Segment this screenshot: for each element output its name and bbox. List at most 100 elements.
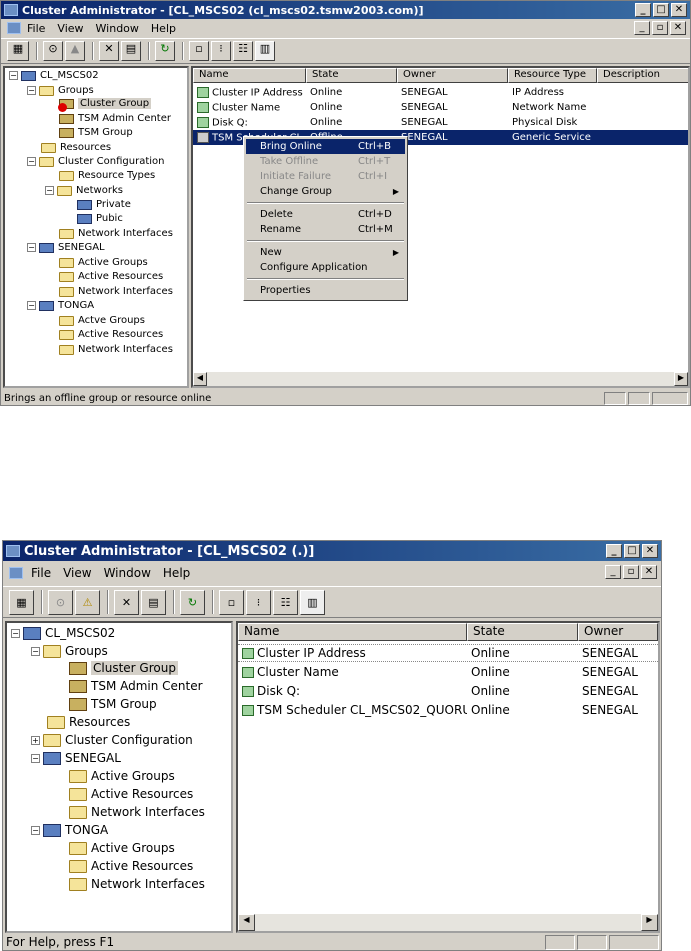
tree-tsm-admin[interactable]: TSM Admin Center xyxy=(69,679,203,693)
tree-resources[interactable]: Resources xyxy=(47,715,130,729)
menu-view[interactable]: View xyxy=(63,566,91,580)
tree-root[interactable]: − CL_MSCS02 xyxy=(11,626,115,640)
tree-tsm-group[interactable]: TSM Group xyxy=(59,127,133,138)
horizontal-scrollbar[interactable]: ◀ ▶ xyxy=(193,372,688,386)
tree-cluster-config[interactable]: − Cluster Configuration xyxy=(27,156,165,167)
properties-button[interactable]: ▤ xyxy=(121,41,141,61)
menu-file[interactable]: File xyxy=(27,22,45,35)
small-icons-button[interactable]: ⁝ xyxy=(246,589,271,615)
collapse-icon[interactable]: − xyxy=(27,86,36,95)
collapse-icon[interactable]: − xyxy=(27,301,36,310)
table-row[interactable]: Cluster Name Online SENEGAL xyxy=(238,663,658,681)
col-owner[interactable]: Owner xyxy=(578,623,658,641)
title-bar[interactable]: Cluster Administrator - [CL_MSCS02 (cl_m… xyxy=(1,1,690,19)
tree-cluster-config[interactable]: + Cluster Configuration xyxy=(31,733,193,747)
scroll-right-button[interactable]: ▶ xyxy=(674,372,688,386)
table-row[interactable]: Cluster IP Address Online SENEGAL IP Addres… xyxy=(193,85,688,100)
close-button[interactable]: ✕ xyxy=(642,544,658,558)
refresh-button[interactable]: ↻ xyxy=(155,41,175,61)
collapse-icon[interactable]: − xyxy=(31,753,40,763)
tree-tonga[interactable]: − TONGA xyxy=(27,300,94,311)
details-view-button[interactable]: ▥ xyxy=(255,41,275,61)
tree-senegal[interactable]: − SENEGAL xyxy=(31,751,121,765)
tree-networks[interactable]: − Networks xyxy=(45,185,123,196)
large-icons-button[interactable]: ▫ xyxy=(219,589,244,615)
menu-help[interactable]: Help xyxy=(163,566,190,580)
col-state[interactable]: State xyxy=(467,623,578,641)
tree-active-groups-2[interactable]: Actve Groups xyxy=(59,315,145,326)
tree-groups[interactable]: − Groups xyxy=(27,85,94,96)
collapse-icon[interactable]: − xyxy=(9,71,18,80)
tree-active-groups[interactable]: Active Groups xyxy=(69,769,175,783)
collapse-icon[interactable]: − xyxy=(31,825,40,835)
tree-private[interactable]: Private xyxy=(77,199,131,210)
menu-view[interactable]: View xyxy=(57,22,83,35)
table-row[interactable]: Disk Q: Online SENEGAL xyxy=(238,682,658,700)
mdi-minimize-button[interactable]: _ xyxy=(605,565,621,579)
delete-button[interactable]: ✕ xyxy=(114,589,139,615)
tree-net-ifaces[interactable]: Network Interfaces xyxy=(59,286,173,297)
col-description[interactable]: Description xyxy=(597,68,688,83)
tree-active-resources-2[interactable]: Active Resources xyxy=(59,329,163,340)
minimize-button[interactable]: _ xyxy=(635,3,651,17)
open-connection-button[interactable]: ▦ xyxy=(7,41,29,61)
tree-tsm-admin[interactable]: TSM Admin Center xyxy=(59,113,171,124)
col-owner[interactable]: Owner xyxy=(397,68,508,83)
tree-active-groups[interactable]: Active Groups xyxy=(59,257,148,268)
menu-bring-online[interactable]: Bring Online Ctrl+B xyxy=(246,139,405,154)
tree-public[interactable]: Pubic xyxy=(77,213,123,224)
properties-button[interactable]: ▤ xyxy=(141,589,166,615)
list-view-button[interactable]: ☷ xyxy=(273,589,298,615)
refresh-button[interactable]: ↻ xyxy=(180,589,205,615)
take-offline-button[interactable]: ▲ xyxy=(65,41,85,61)
scroll-track[interactable] xyxy=(207,372,674,386)
tree-network-interfaces[interactable]: Network Interfaces xyxy=(59,228,173,239)
menu-window[interactable]: Window xyxy=(104,566,151,580)
tree-cluster-group[interactable]: Cluster Group xyxy=(69,661,178,675)
tree-resources[interactable]: Resources xyxy=(41,142,111,153)
tree-cluster-group[interactable]: Cluster Group xyxy=(58,98,152,112)
collapse-icon[interactable]: − xyxy=(31,646,40,656)
menu-rename[interactable]: Rename Ctrl+M xyxy=(246,222,405,237)
table-row[interactable]: Cluster Name Online SENEGAL Network Name xyxy=(193,100,688,115)
bring-online-button[interactable]: ⊙ xyxy=(48,589,73,615)
scroll-left-button[interactable]: ◀ xyxy=(238,914,255,931)
collapse-icon[interactable]: − xyxy=(27,157,36,166)
menu-configure-application[interactable]: Configure Application xyxy=(246,260,405,275)
expand-icon[interactable]: + xyxy=(31,735,40,745)
open-connection-button[interactable]: ▦ xyxy=(9,589,34,615)
delete-button[interactable]: ✕ xyxy=(99,41,119,61)
horizontal-scrollbar[interactable]: ◀ ▶ xyxy=(238,914,658,931)
mdi-restore-button[interactable]: ▫ xyxy=(652,21,668,35)
menu-help[interactable]: Help xyxy=(151,22,176,35)
tree-active-resources[interactable]: Active Resources xyxy=(69,787,193,801)
tree-active-resources-2[interactable]: Active Resources xyxy=(69,859,193,873)
menu-take-offline[interactable]: Take Offline Ctrl+T xyxy=(246,154,405,169)
warning-button[interactable]: ⚠ xyxy=(75,589,100,615)
table-row[interactable]: TSM Scheduler CL_MSCS02_QUORUM Online SENE… xyxy=(238,701,658,719)
mdi-close-button[interactable]: ✕ xyxy=(641,565,657,579)
col-name[interactable]: Name xyxy=(238,623,467,641)
details-view-button[interactable]: ▥ xyxy=(300,589,325,615)
scroll-track[interactable] xyxy=(255,914,641,931)
col-state[interactable]: State xyxy=(306,68,397,83)
tree-active-groups-2[interactable]: Active Groups xyxy=(69,841,175,855)
tree-senegal[interactable]: − SENEGAL xyxy=(27,242,105,253)
mdi-restore-button[interactable]: ▫ xyxy=(623,565,639,579)
mdi-close-button[interactable]: ✕ xyxy=(670,21,686,35)
tree-resource-types[interactable]: Resource Types xyxy=(59,170,155,181)
menu-file[interactable]: File xyxy=(31,566,51,580)
tree-root[interactable]: − CL_MSCS02 xyxy=(9,70,99,81)
list-view-button[interactable]: ☷ xyxy=(233,41,253,61)
maximize-button[interactable]: □ xyxy=(624,544,640,558)
scroll-right-button[interactable]: ▶ xyxy=(641,914,658,931)
tree-active-resources[interactable]: Active Resources xyxy=(59,271,163,282)
menu-window[interactable]: Window xyxy=(96,22,139,35)
table-row[interactable]: Cluster IP Address Online SENEGAL xyxy=(238,644,658,662)
small-icons-button[interactable]: ⁝ xyxy=(211,41,231,61)
collapse-icon[interactable]: − xyxy=(11,628,20,638)
tree-tonga[interactable]: − TONGA xyxy=(31,823,108,837)
tree-net-ifaces-2[interactable]: Network Interfaces xyxy=(59,344,173,355)
tree-net-ifaces[interactable]: Network Interfaces xyxy=(69,805,205,819)
close-button[interactable]: ✕ xyxy=(671,3,687,17)
